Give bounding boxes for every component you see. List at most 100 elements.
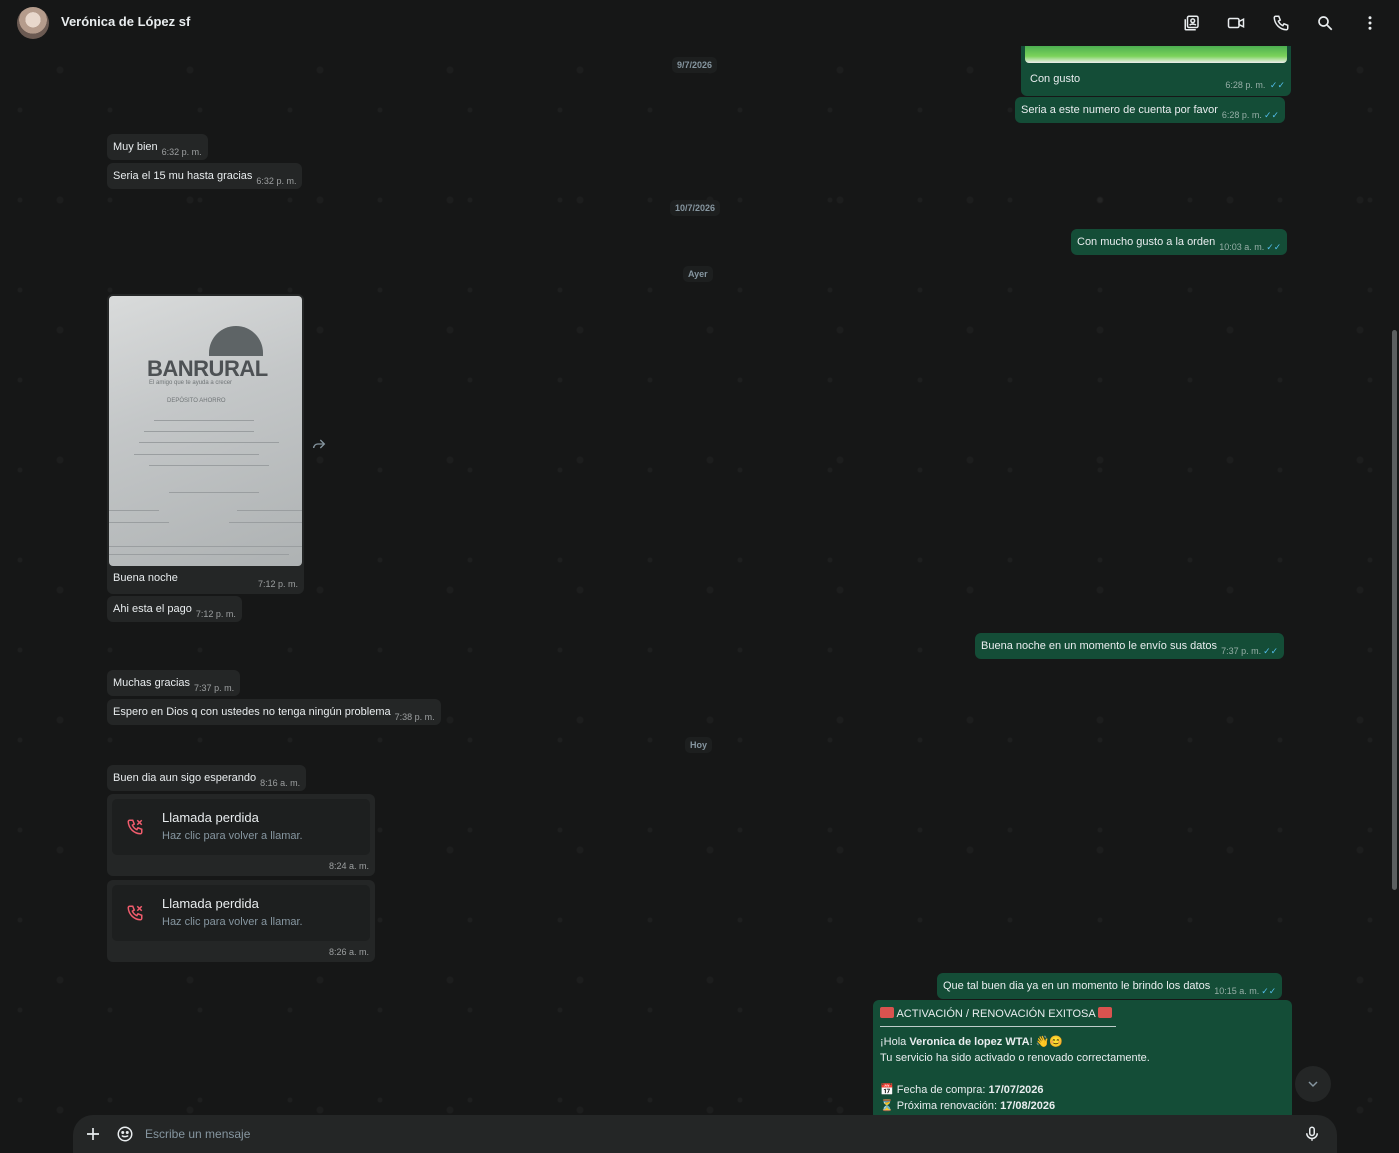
date-chip: 9/7/2026: [672, 57, 718, 73]
incoming-message[interactable]: Seria el 15 mu hasta gracias 6:32 p. m.: [107, 163, 303, 189]
receipt-line: [229, 522, 302, 523]
message-text: Seria a este numero de cuenta por favor: [1021, 104, 1218, 116]
call-subtitle: Haz clic para volver a llamar.: [162, 830, 303, 842]
message-time: 7:37 p. m.: [194, 683, 235, 693]
image-caption: Buena noche: [113, 572, 178, 584]
receipt-line: [109, 554, 289, 555]
message-text: Espero en Dios q con ustedes no tenga ni…: [113, 706, 391, 718]
activation-title-row: ACTIVACIÓN / RENOVACIÓN EXITOSA: [880, 1006, 1285, 1022]
read-ticks-icon: ✓✓: [1263, 110, 1280, 120]
receipt-image[interactable]: BANRURAL El amigo que te ayuda a crecer …: [109, 296, 302, 566]
missed-call-callback[interactable]: Llamada perdida Haz clic para volver a l…: [112, 885, 370, 941]
bank-logo-arc: [209, 326, 263, 356]
receipt-line: [134, 454, 259, 455]
greeting-suffix: ! 👋😊: [1029, 1036, 1064, 1048]
renewal-label: Próxima renovación:: [896, 1100, 1001, 1112]
plus-icon[interactable]: [84, 1125, 102, 1143]
message-time: 8:26 a. m.: [328, 947, 369, 957]
greeting-prefix: ¡Hola: [880, 1036, 910, 1048]
receipt-line: [109, 546, 302, 547]
message-time: 7:12 p. m.: [257, 579, 298, 589]
message-text: Con mucho gusto a la orden: [1077, 236, 1216, 248]
outgoing-message[interactable]: Que tal buen dia ya en un momento le bri…: [937, 973, 1283, 999]
emoji-icon[interactable]: [116, 1125, 134, 1143]
missed-call-message[interactable]: Llamada perdida Haz clic para volver a l…: [107, 794, 375, 876]
contact-card-icon[interactable]: [1181, 12, 1203, 34]
message-time: 7:12 p. m.: [195, 609, 236, 619]
message-time: 6:32 p. m.: [161, 147, 202, 157]
contact-name[interactable]: Verónica de López sf: [61, 14, 190, 29]
receipt-line: [109, 522, 169, 523]
call-title: Llamada perdida: [162, 896, 259, 911]
purchase-date-row: 📅 Fecha de compra: 17/07/2026: [880, 1082, 1285, 1098]
renewal-date-row: ⏳ Próxima renovación: 17/08/2026: [880, 1098, 1285, 1114]
forward-icon[interactable]: [311, 436, 327, 452]
call-subtitle: Haz clic para volver a llamar.: [162, 916, 303, 928]
ticket-icon: [880, 1007, 894, 1018]
message-text: Buena noche en un momento le envío sus d…: [981, 640, 1218, 652]
ticket-icon: [1098, 1007, 1113, 1018]
message-time: 7:38 p. m.: [394, 712, 435, 722]
message-text: Que tal buen dia ya en un momento le bri…: [943, 980, 1211, 992]
call-title: Llamada perdida: [162, 810, 259, 825]
receipt-line: [169, 492, 259, 493]
receipt-line: [237, 510, 302, 511]
message-input[interactable]: [145, 1123, 1285, 1145]
message-text: Seria el 15 mu hasta gracias: [113, 170, 253, 182]
purchase-label: Fecha de compra:: [896, 1084, 989, 1096]
message-time: 8:24 a. m.: [328, 861, 369, 871]
receipt-slogan: El amigo que te ayuda a crecer: [149, 380, 233, 386]
incoming-message[interactable]: Ahi esta el pago 7:12 p. m.: [107, 596, 242, 622]
phone-icon[interactable]: [1270, 12, 1292, 34]
date-chip: 10/7/2026: [670, 200, 721, 216]
activation-title: ACTIVACIÓN / RENOVACIÓN EXITOSA: [896, 1008, 1096, 1020]
incoming-message[interactable]: Espero en Dios q con ustedes no tenga ni…: [107, 699, 441, 725]
message-time: 6:32 p. m.: [256, 176, 297, 186]
receipt-line: [154, 420, 254, 421]
outgoing-message[interactable]: Con mucho gusto a la orden 10:03 a. m. ✓✓: [1071, 229, 1288, 255]
calendar-icon: 📅: [880, 1084, 894, 1096]
read-ticks-icon: ✓✓: [1263, 646, 1279, 656]
photo-thumbnail[interactable]: [1025, 46, 1287, 63]
scrollbar[interactable]: [1392, 330, 1397, 890]
activation-message[interactable]: ACTIVACIÓN / RENOVACIÓN EXITOSA ¡Hola Ve…: [873, 1000, 1292, 1120]
chevron-down-icon: [1308, 1081, 1318, 1088]
incoming-message[interactable]: Muy bien 6:32 p. m.: [107, 134, 208, 160]
outgoing-message[interactable]: Buena noche en un momento le envío sus d…: [975, 633, 1285, 659]
message-text: Buen dia aun sigo esperando: [113, 772, 257, 784]
avatar[interactable]: [17, 7, 49, 39]
scroll-to-bottom-button[interactable]: [1295, 1066, 1331, 1102]
outgoing-message[interactable]: Seria a este numero de cuenta por favor 6…: [1015, 97, 1286, 123]
date-chip: Hoy: [685, 737, 713, 753]
message-composer: [73, 1115, 1337, 1153]
more-vertical-icon[interactable]: [1359, 12, 1381, 34]
chat-header: Verónica de López sf: [0, 0, 1399, 46]
bank-logo: BANRURAL: [147, 356, 268, 381]
receipt-line: [149, 465, 269, 466]
incoming-message[interactable]: Buen dia aun sigo esperando 8:16 a. m.: [107, 765, 307, 791]
greeting-row: ¡Hola Veronica de lopez WTA! 👋😊: [880, 1034, 1285, 1050]
read-ticks-icon: ✓✓: [1269, 80, 1285, 90]
renewal-date: 17/08/2026: [1000, 1100, 1056, 1112]
microphone-icon[interactable]: [1303, 1125, 1321, 1143]
missed-call-message[interactable]: Llamada perdida Haz clic para volver a l…: [107, 880, 375, 962]
receipt-doc-type: DEPÓSITO AHORRO: [167, 398, 226, 404]
image-message[interactable]: BANRURAL El amigo que te ayuda a crecer …: [107, 294, 304, 594]
message-text: Muchas gracias: [113, 677, 191, 689]
message-time: 7:37 p. m. ✓✓: [1221, 646, 1279, 656]
video-call-icon[interactable]: [1225, 12, 1247, 34]
incoming-message[interactable]: Muchas gracias 7:37 p. m.: [107, 670, 241, 696]
read-ticks-icon: ✓✓: [1266, 242, 1282, 252]
photo-caption: Con gusto: [1030, 73, 1081, 85]
receipt-line: [144, 431, 254, 432]
message-time: 10:15 a. m. ✓✓: [1214, 986, 1277, 996]
message-text: Ahi esta el pago: [113, 603, 192, 615]
divider: [880, 1026, 1116, 1027]
photo-message[interactable]: Con gusto 6:28 p. m. ✓✓: [1021, 46, 1291, 96]
search-icon[interactable]: [1314, 12, 1336, 34]
message-time: 6:28 p. m. ✓✓: [1225, 80, 1285, 90]
missed-call-callback[interactable]: Llamada perdida Haz clic para volver a l…: [112, 799, 370, 855]
date-chip: Ayer: [683, 266, 713, 282]
missed-call-icon: [126, 818, 144, 836]
